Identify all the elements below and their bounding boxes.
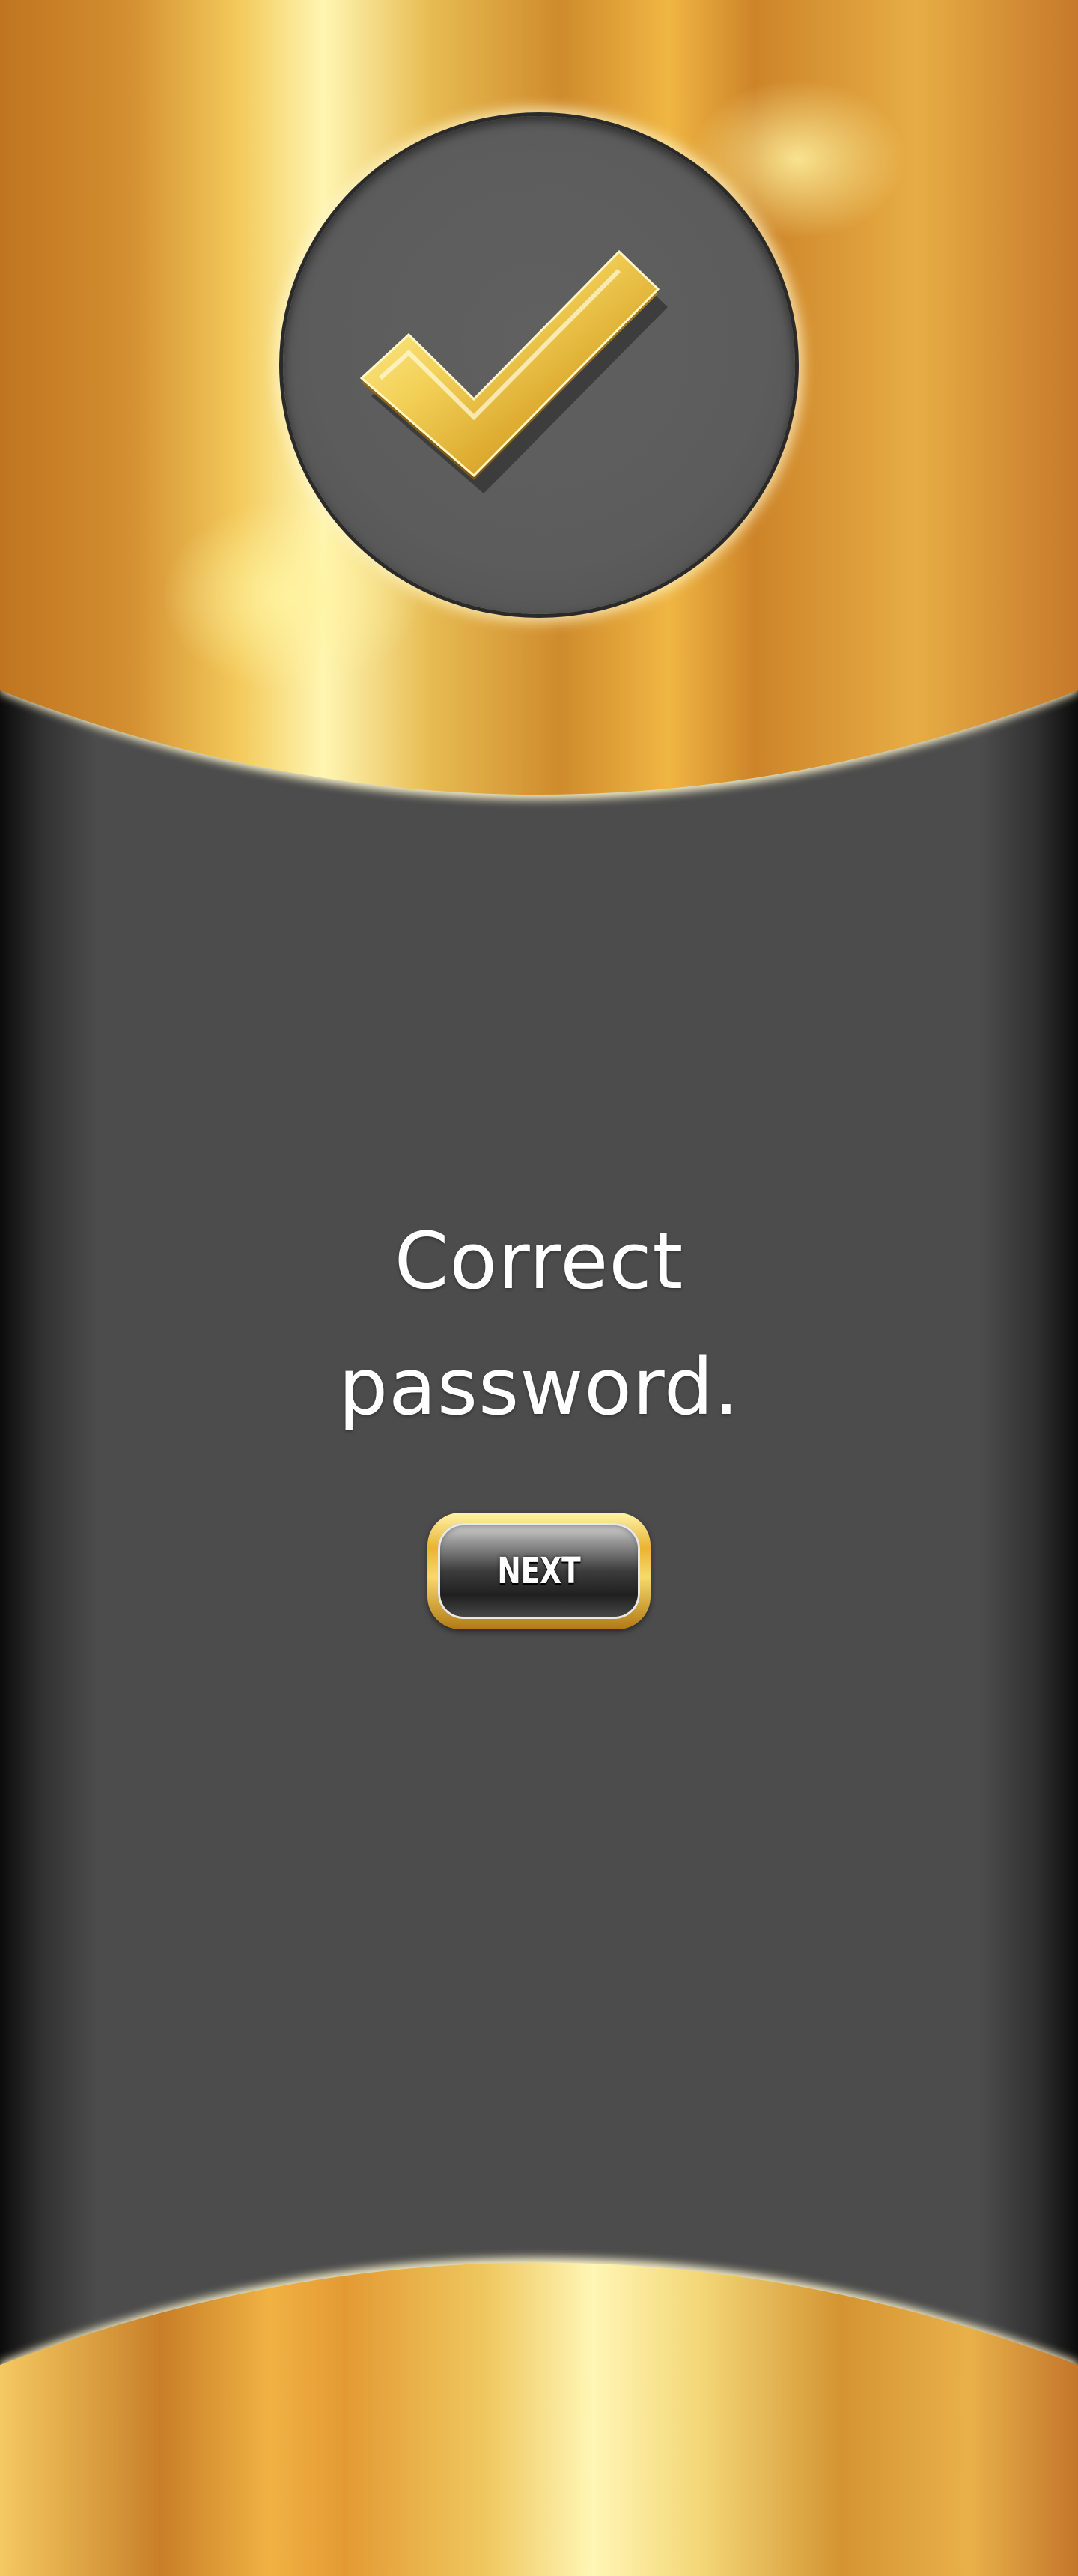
next-button-label: NEXT [497,1550,581,1592]
next-button[interactable]: NEXT [427,1513,651,1629]
bottom-gold-banner [0,2232,1078,2576]
success-screen: Correct password. NEXT [0,0,1078,2576]
message-line-1: Correct [394,1215,684,1307]
message-line-2: password. [338,1341,740,1433]
checkmark-icon [359,249,668,493]
result-message: Correct password. [0,1198,1078,1450]
success-badge [283,116,795,614]
